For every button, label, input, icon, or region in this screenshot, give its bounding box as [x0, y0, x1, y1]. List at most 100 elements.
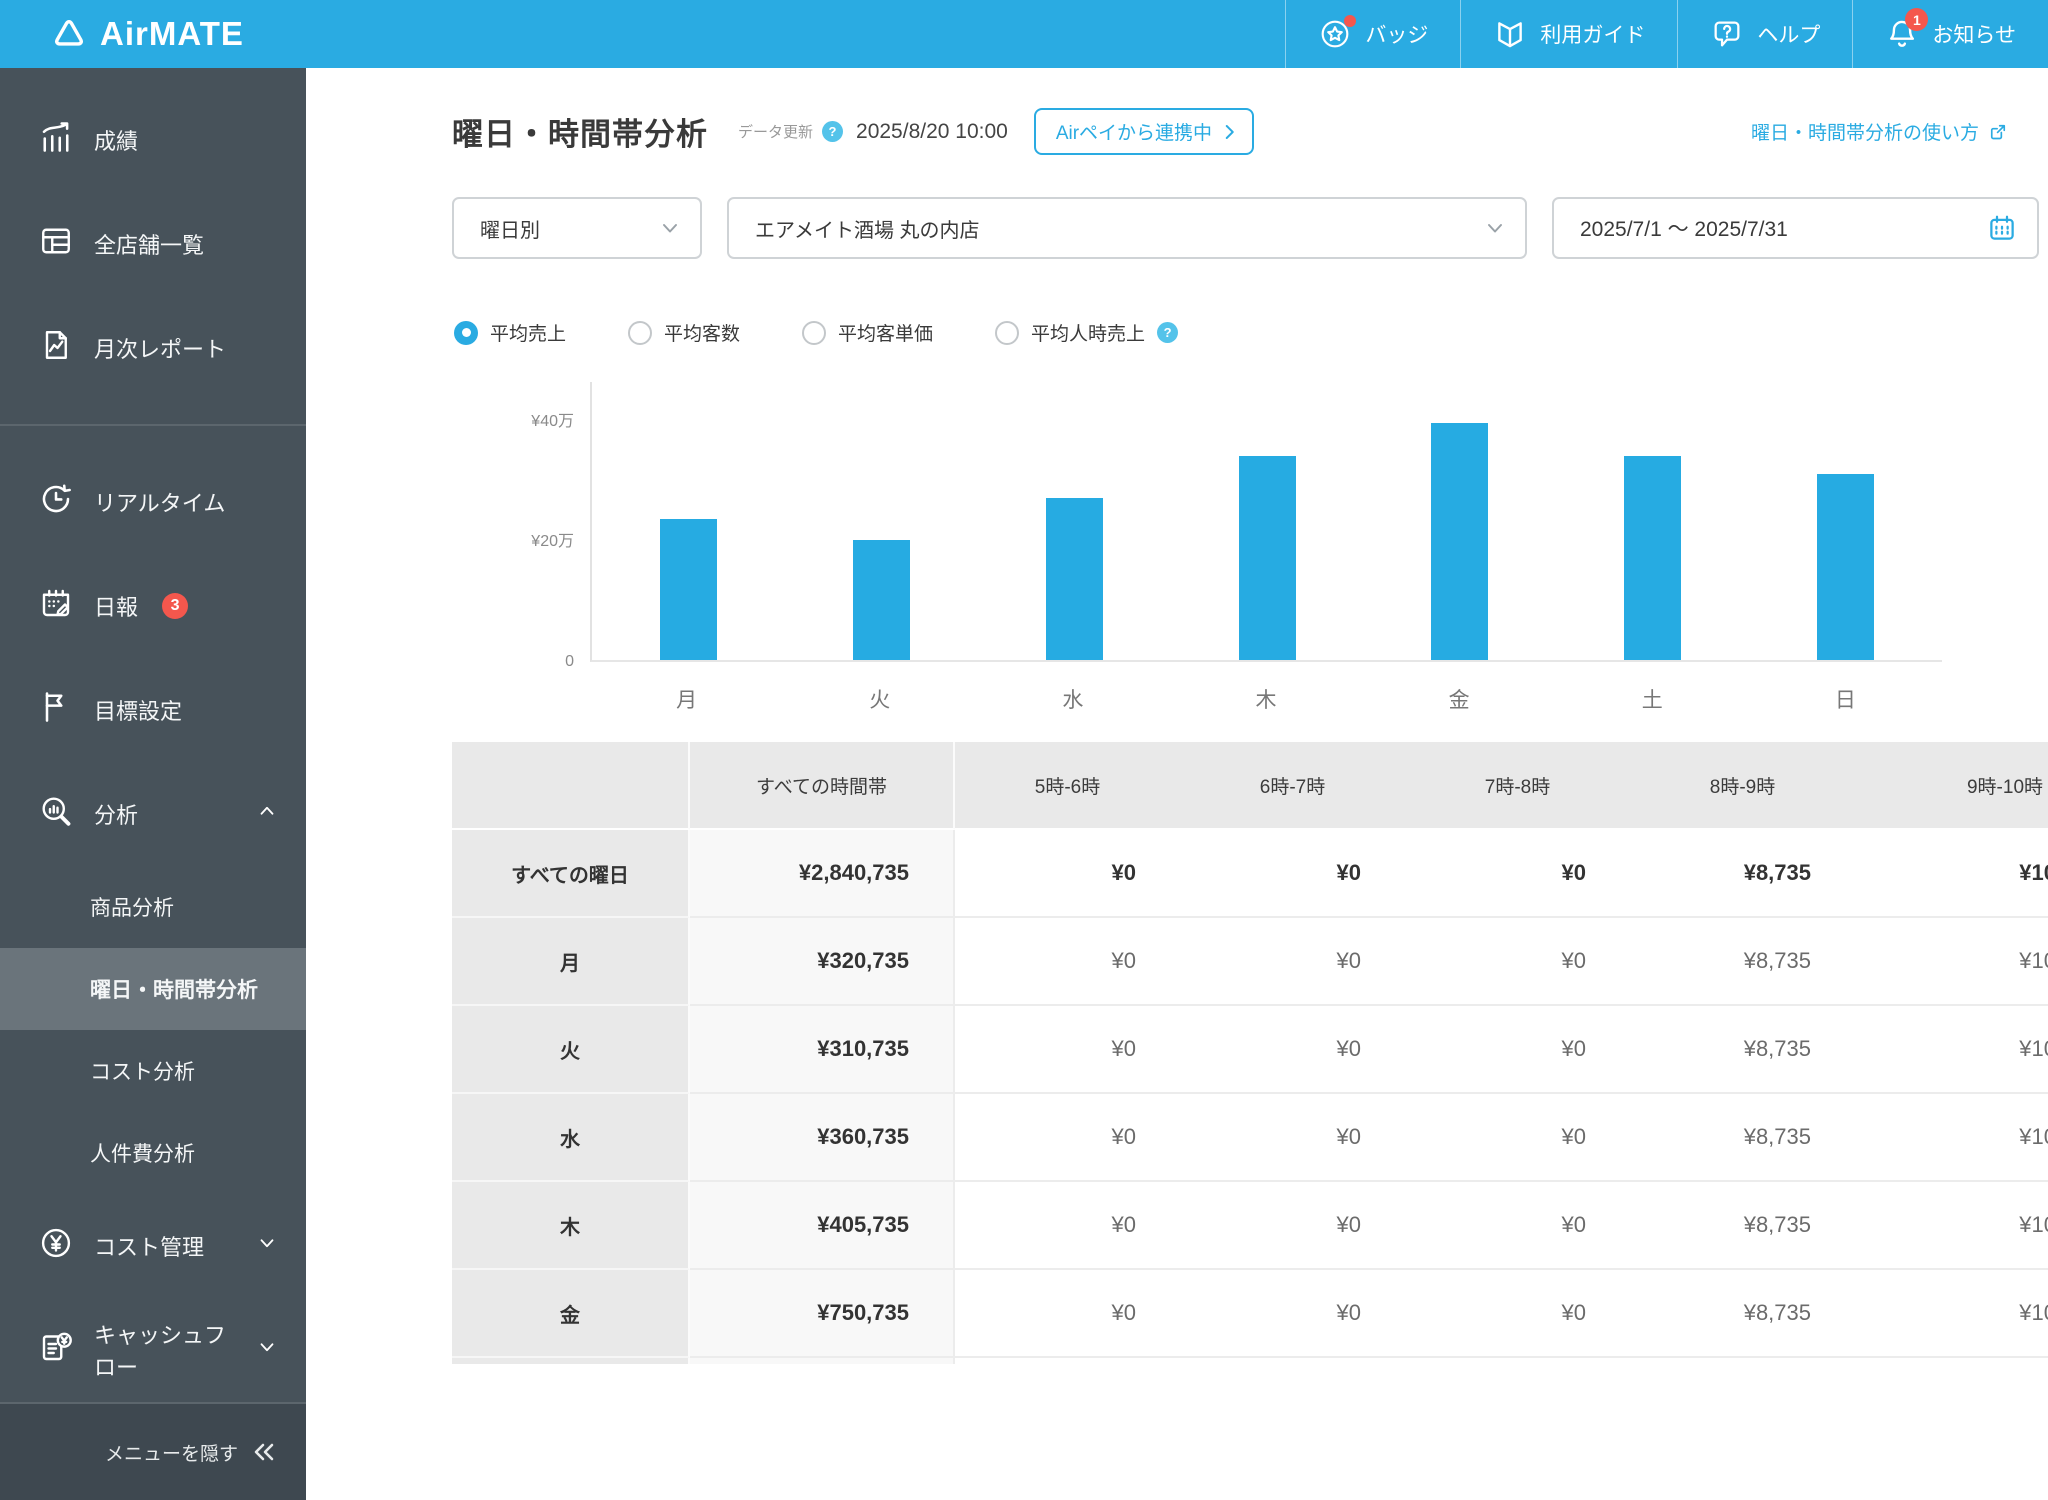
radio-selected-icon	[454, 320, 478, 345]
sidebar-item-cost-analysis[interactable]: コスト分析	[0, 1030, 306, 1112]
chevron-down-icon	[256, 1232, 278, 1260]
table-value-cell: ¥0	[1180, 918, 1405, 1006]
notification-dot	[1344, 15, 1357, 27]
main-content: 曜日・時間帯分析 データ更新 ? 2025/8/20 10:00 Airペイから…	[306, 68, 2048, 1500]
metric-radio-avg-sales-per-labor-hour[interactable]: 平均人時売上?	[995, 319, 1179, 346]
table-value-cell: ¥102,735	[1855, 1182, 2048, 1270]
chart-x-tick-label: 木	[1255, 689, 1277, 712]
sidebar-item-label: コスト分析	[90, 1061, 195, 1084]
sidebar-item-realtime[interactable]: リアルタイム	[0, 450, 306, 554]
logo-text: AirMATE	[100, 15, 244, 52]
metric-radio-label: 平均売上	[490, 324, 567, 345]
table-value-cell: ¥102,735	[1855, 918, 2048, 1006]
sidebar-item-goal-setting[interactable]: 目標設定	[0, 658, 306, 762]
sidebar-item-label: コスト管理	[94, 1235, 205, 1260]
metric-radio-avg-customers[interactable]: 平均客数	[628, 319, 740, 346]
table-value-cell	[1405, 1358, 1630, 1364]
nav-item-label: バッジ	[1365, 24, 1429, 47]
mode-select-value: 曜日別	[480, 219, 540, 242]
sidebar-item-performance[interactable]: 成績	[0, 88, 306, 192]
table-row-label: 金	[452, 1270, 690, 1358]
table-value-cell: ¥0	[1405, 1182, 1630, 1270]
nav-item-notifications[interactable]: 1 お知らせ	[1852, 0, 2048, 68]
metric-help-icon[interactable]: ?	[1157, 322, 1179, 343]
cashflow-icon	[38, 1329, 74, 1371]
data-update-label: データ更新	[738, 124, 814, 141]
sidebar-item-weekday-time-analysis[interactable]: 曜日・時間帯分析	[0, 948, 306, 1030]
top-header-bar: AirMATE バッジ 利用ガイド ヘルプ 1 お知らせ	[0, 0, 2048, 68]
nav-item-label: お知らせ	[1932, 24, 2016, 47]
cost-yen-icon	[38, 1225, 74, 1267]
sidebar-item-label: キャッシュフロー	[94, 1323, 227, 1380]
notification-count-badge: 1	[1905, 8, 1929, 31]
chart-y-tick-label: ¥20万	[531, 533, 574, 550]
chart-x-tick-label: 金	[1448, 689, 1470, 712]
table-value-cell: ¥0	[1405, 830, 1630, 918]
analysis-search-icon	[38, 793, 74, 835]
chart-x-tick-label: 水	[1062, 689, 1084, 712]
mode-select[interactable]: 曜日別	[452, 197, 702, 259]
metric-radio-avg-sales[interactable]: 平均売上	[454, 319, 566, 346]
chart-y-tick-label: ¥40万	[531, 413, 574, 430]
table-row-label: 月	[452, 918, 690, 1006]
table-value-cell: ¥0	[1405, 1270, 1630, 1358]
date-range-picker[interactable]: 2025/7/1 ～ 2025/7/31	[1552, 197, 2039, 259]
table-row: 火¥310,735¥0¥0¥0¥8,735¥102,735	[452, 1006, 2048, 1094]
chevron-down-icon	[256, 1336, 278, 1364]
metric-radio-label: 平均客単価	[838, 324, 934, 345]
monthly-report-icon	[38, 327, 74, 369]
data-update-info: データ更新 ? 2025/8/20 10:00	[738, 120, 1008, 144]
table-value-cell: ¥8,735	[1630, 1270, 1855, 1358]
table-row: すべての曜日¥2,840,735¥0¥0¥0¥8,735¥102,735	[452, 830, 2048, 918]
sidebar-item-cost-management[interactable]: コスト管理	[0, 1194, 306, 1298]
table-value-cell: ¥8,735	[1630, 1094, 1855, 1182]
nav-item-badges[interactable]: バッジ	[1285, 0, 1460, 68]
table-value-cell	[1180, 1358, 1405, 1364]
table-row: 土	[452, 1358, 2048, 1364]
sidebar-item-label: 月次レポート	[94, 337, 227, 362]
sidebar-item-label: 日報	[94, 595, 139, 620]
sidebar-item-daily-report[interactable]: 日報 3	[0, 554, 306, 658]
chart-bar	[659, 519, 717, 660]
table-header-cell: 7時-8時	[1405, 742, 1630, 830]
nav-item-help[interactable]: ヘルプ	[1677, 0, 1852, 68]
chart-y-tick-label: 0	[565, 653, 574, 670]
table-value-cell: ¥0	[955, 1182, 1180, 1270]
sidebar: 成績 全店舗一覧月次レポートリアルタイム 日報 3 目標設定 分析 商品分析 曜日・時間帯分析…	[0, 68, 306, 1500]
airpay-button-label: Airペイから連携中	[1055, 123, 1213, 144]
sidebar-item-labor-cost-analysis[interactable]: 人件費分析	[0, 1112, 306, 1194]
chart-x-tick-label: 土	[1641, 689, 1663, 712]
store-select[interactable]: エアメイト酒場 丸の内店	[727, 197, 1527, 259]
table-header-row: すべての時間帯 5時-6時 6時-7時 7時-8時 8時-9時 9時-10時	[452, 742, 2048, 830]
metric-radio-avg-spend-per-customer[interactable]: 平均客単価	[802, 319, 933, 346]
guide-icon	[1493, 17, 1527, 51]
data-update-help-icon[interactable]: ?	[822, 121, 844, 142]
table-value-cell: ¥320,735	[690, 918, 955, 1006]
sidebar-item-all-stores[interactable]: 全店舗一覧	[0, 192, 306, 296]
external-link-icon	[1990, 124, 2006, 139]
table-value-cell	[690, 1358, 955, 1364]
sidebar-item-product-analysis[interactable]: 商品分析	[0, 866, 306, 948]
usage-guide-link[interactable]: 曜日・時間帯分析の使い方	[1751, 118, 2008, 145]
hide-menu-button[interactable]: メニューを隠す	[0, 1402, 306, 1500]
table-value-cell: ¥0	[1180, 830, 1405, 918]
nav-item-label: 利用ガイド	[1540, 24, 1646, 47]
chart-bar	[1624, 456, 1682, 660]
chart-bar	[1238, 456, 1296, 660]
sidebar-item-analysis[interactable]: 分析	[0, 762, 306, 866]
collapse-double-chevron-icon	[254, 1443, 274, 1461]
table-value-cell: ¥102,735	[1855, 830, 2048, 918]
table-value-cell: ¥0	[955, 1094, 1180, 1182]
table-value-cell: ¥360,735	[690, 1094, 955, 1182]
nav-item-guide[interactable]: 利用ガイド	[1460, 0, 1677, 68]
table-value-cell: ¥8,735	[1630, 918, 1855, 1006]
sidebar-item-monthly-report[interactable]: 月次レポート	[0, 296, 306, 400]
store-select-value: エアメイト酒場 丸の内店	[755, 219, 980, 242]
radio-unselected-icon	[628, 320, 653, 345]
sidebar-item-cashflow[interactable]: キャッシュフロー	[0, 1298, 306, 1402]
airmate-logo[interactable]: AirMATE	[52, 15, 244, 53]
radio-unselected-icon	[802, 320, 827, 345]
hide-menu-label: メニューを隠す	[104, 1443, 238, 1465]
realtime-clock-icon	[38, 481, 74, 523]
airpay-link-status-button[interactable]: Airペイから連携中	[1033, 108, 1255, 155]
